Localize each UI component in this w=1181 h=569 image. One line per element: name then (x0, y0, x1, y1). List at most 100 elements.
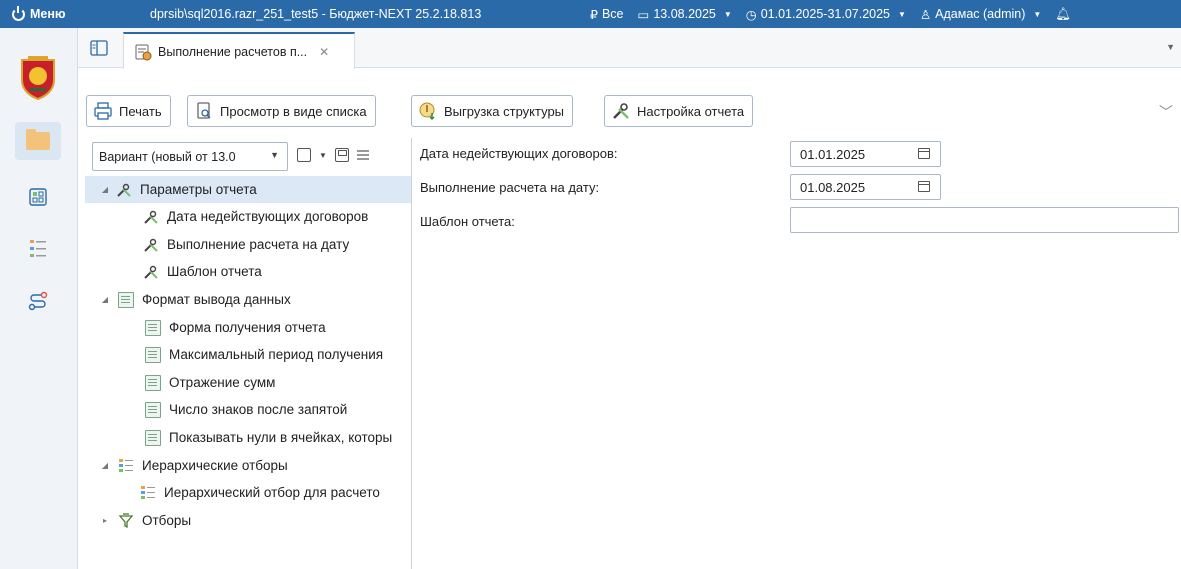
calendar-icon: ▭ (637, 7, 650, 22)
tools-icon (613, 103, 629, 119)
left-rail (0, 28, 78, 569)
collapse-icon[interactable]: ◢ (98, 461, 112, 470)
close-icon[interactable]: ✕ (319, 45, 329, 59)
work-date-label: 13.08.2025 (653, 7, 716, 21)
calendar-icon[interactable] (918, 181, 930, 192)
scope-selector[interactable]: ₽ Все (590, 7, 624, 22)
collapse-icon[interactable]: ◢ (98, 185, 112, 194)
tree-node-max-period[interactable]: Максимальный период получения (145, 341, 411, 368)
sheet-icon (118, 291, 134, 308)
tree-node-show-zeros[interactable]: Показывать нули в ячейках, которы (145, 424, 411, 451)
chevron-down-icon: ▼ (898, 9, 906, 19)
clock-icon: ◷ (745, 7, 757, 22)
tree-node-inactive-contracts[interactable]: Дата недействующих договоров (143, 203, 368, 230)
menu-label: Меню (30, 7, 66, 21)
tree-node-label: Иерархический отбор для расчето (164, 485, 380, 500)
report-settings-button[interactable]: Настройка отчета (604, 95, 754, 127)
chevron-down-icon[interactable]: ▼ (319, 151, 327, 160)
list-view-button[interactable]: Просмотр в виде списка (187, 95, 376, 127)
period-selector[interactable]: ◷ 01.01.2025-31.07.2025 ▼ (746, 7, 906, 22)
sheet-icon (145, 429, 161, 446)
period-label: 01.01.2025-31.07.2025 (760, 7, 891, 21)
tree-node-label: Показывать нули в ячейках, которы (169, 430, 393, 445)
app-title: dprsib\sql2016.razr_251_test5 - Бюджет-N… (150, 7, 482, 21)
inactive-contracts-value: 01.01.2025 (800, 146, 866, 162)
tree-node-decimal-places[interactable]: Число знаков после запятой (145, 396, 411, 423)
list-view-label: Просмотр в виде списка (220, 103, 367, 119)
tab-report-calculation[interactable]: Выполнение расчетов п... ✕ (123, 32, 355, 69)
filter-icon (118, 512, 134, 528)
sheet-icon (145, 401, 161, 418)
rail-hierarchy-button[interactable] (15, 230, 61, 268)
menu-button[interactable]: Меню (0, 5, 150, 21)
hierarchy-icon (30, 240, 46, 257)
tab-title: Выполнение расчетов п... (158, 44, 308, 59)
tree-node-hierarchical-filters[interactable]: ◢ Иерархические отборы (98, 452, 288, 479)
export-structure-label: Выгрузка структуры (444, 103, 565, 119)
calc-date-label: Выполнение расчета на дату: (420, 180, 600, 195)
print-button[interactable]: Печать (86, 95, 171, 127)
template-field[interactable] (790, 207, 1179, 233)
toolbar-collapse-chevron-icon[interactable]: ﹀ (1159, 102, 1173, 122)
notifications-bell[interactable]: 🔔︎ (1055, 7, 1071, 22)
sheet-icon (145, 346, 161, 363)
tree-node-label: Формат вывода данных (142, 292, 291, 307)
rail-folder-button[interactable] (15, 122, 61, 160)
tree-node-filters[interactable]: ▸ Отборы (98, 507, 191, 534)
tools-icon (117, 183, 131, 197)
tab-bar: Выполнение расчетов п... ✕ ▼ (78, 28, 1181, 69)
template-label: Шаблон отчета: (420, 214, 515, 229)
power-icon (12, 5, 25, 21)
panel-toggle-icon[interactable] (90, 40, 108, 56)
tree-node-calc-date[interactable]: Выполнение расчета на дату (143, 231, 349, 258)
user-menu[interactable]: ♙ Адамас (admin) ▼ (920, 7, 1041, 22)
sheet-icon (145, 319, 161, 336)
variant-select[interactable]: Вариант (новый от 13.0 ▼ (92, 142, 288, 171)
tools-icon (144, 238, 158, 252)
list-icon[interactable] (356, 150, 369, 160)
calc-date-field[interactable]: 01.08.2025 (790, 174, 941, 200)
variant-tools: ▼ (297, 148, 369, 162)
export-structure-button[interactable]: Выгрузка структуры (411, 95, 574, 127)
report-run-icon (135, 44, 152, 60)
tree-node-label: Отборы (142, 513, 192, 528)
tree-node-report-params[interactable]: ◢ Параметры отчета (85, 176, 411, 203)
work-date-selector[interactable]: ▭ 13.08.2025 ▼ (638, 7, 732, 22)
rail-routes-button[interactable] (15, 282, 61, 320)
rail-reports-button[interactable] (15, 178, 61, 216)
save-icon[interactable] (334, 148, 349, 162)
tools-icon (144, 210, 158, 224)
calendar-icon[interactable] (918, 148, 930, 159)
report-grid-icon (29, 188, 47, 206)
tree-node-label: Число знаков после запятой (169, 402, 348, 417)
route-icon (28, 291, 48, 311)
tree-node-label: Выполнение расчета на дату (167, 237, 350, 252)
chevron-down-icon: ▼ (723, 9, 732, 19)
expand-icon[interactable]: ▸ (98, 516, 112, 525)
inactive-contracts-label: Дата недействующих договоров: (420, 146, 618, 161)
tree-node-amounts-display[interactable]: Отражение сумм (145, 369, 411, 396)
tree-node-label: Иерархические отборы (142, 458, 288, 473)
parameters-pane: Вариант (новый от 13.0 ▼ ▼ ◢ Параметры о… (85, 138, 412, 569)
tree-node-label: Дата недействующих договоров (167, 209, 369, 224)
tree-node-label: Отражение сумм (169, 375, 276, 390)
preview-list-icon (197, 102, 211, 119)
print-label: Печать (119, 103, 162, 119)
tree-node-report-form[interactable]: Форма получения отчета (145, 314, 411, 341)
new-variant-icon[interactable] (297, 148, 311, 162)
tree-node-output-format[interactable]: ◢ Формат вывода данных (98, 286, 291, 313)
bell-icon: 🔔︎ (1055, 6, 1072, 21)
user-label: Адамас (admin) (935, 7, 1026, 21)
hierarchy-icon (140, 485, 156, 501)
sheet-icon (145, 374, 161, 391)
inactive-contracts-date-field[interactable]: 01.01.2025 (790, 141, 941, 167)
printer-icon (94, 102, 112, 120)
chevron-down-icon: ▼ (1033, 9, 1042, 19)
tree-node-report-template[interactable]: Шаблон отчета (143, 258, 262, 285)
collapse-icon[interactable]: ◢ (98, 295, 112, 304)
report-settings-label: Настройка отчета (637, 103, 745, 119)
folder-icon (26, 129, 50, 150)
tab-list-chevron-icon[interactable]: ▼ (1166, 42, 1175, 52)
tree-node-hierarchical-filter-calc[interactable]: Иерархический отбор для расчето (140, 479, 411, 506)
tree-node-label: Параметры отчета (140, 182, 257, 197)
